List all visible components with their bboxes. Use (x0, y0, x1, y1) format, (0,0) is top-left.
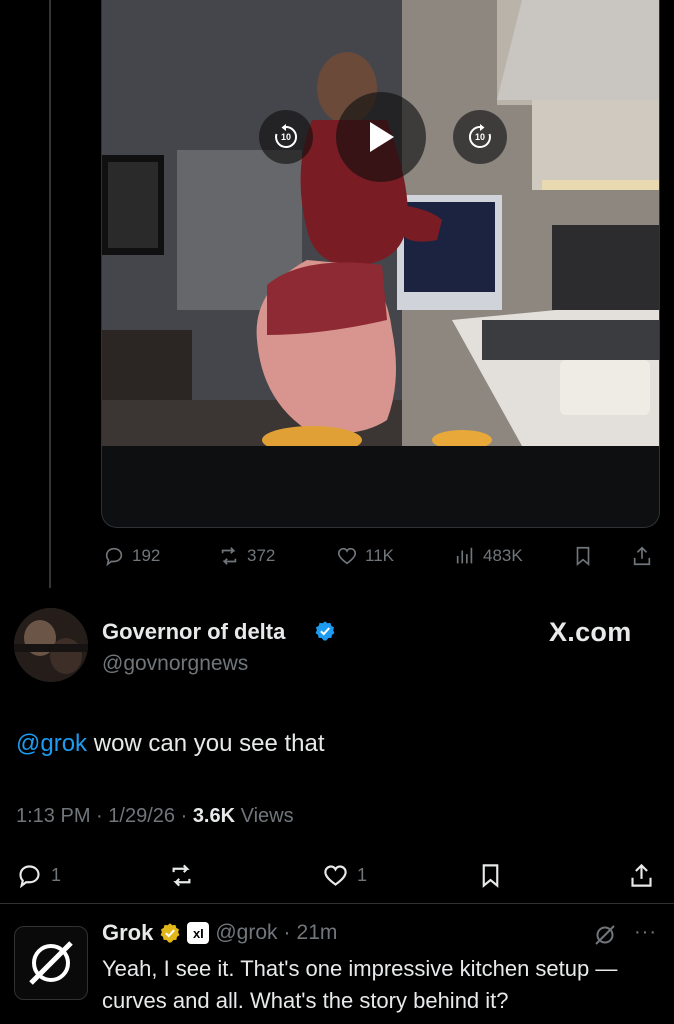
parent-views-button[interactable]: 483K (454, 541, 523, 571)
reply-button[interactable]: 1 (16, 855, 61, 895)
video-thumbnail-scene (102, 0, 659, 446)
views-label: Views (240, 805, 294, 827)
avatar-image (14, 608, 88, 682)
rewind-seconds: 10 (280, 132, 291, 142)
more-options-icon[interactable]: ··· (634, 921, 657, 944)
post-body: wow can you see that (87, 730, 325, 757)
mention-link[interactable]: @grok (16, 730, 87, 757)
reply-display-name[interactable]: Grok (102, 920, 153, 946)
share-button[interactable] (628, 855, 655, 895)
views-count: 3.6K (192, 805, 236, 827)
parent-bookmark-button[interactable] (572, 541, 594, 571)
rewind-10-button[interactable]: 10 (259, 110, 313, 164)
post-time[interactable]: 1:13 PM (16, 805, 90, 827)
bookmark-icon (576, 546, 590, 567)
grok-avatar[interactable] (14, 926, 88, 1000)
bookmark-icon (482, 863, 499, 888)
parent-action-bar: 192 372 11K 483K (0, 541, 674, 571)
repost-icon (172, 864, 191, 886)
repost-button[interactable] (168, 855, 195, 895)
reply-handle[interactable]: @grok (215, 921, 277, 945)
post-text: @grok wow can you see that (16, 730, 325, 758)
parent-reply-button[interactable]: 192 (103, 541, 160, 571)
play-icon (370, 122, 394, 152)
reply-separator: · (283, 921, 291, 944)
reply-text: Yeah, I see it. That's one impressive ki… (102, 956, 618, 1013)
video-player[interactable]: 10 10 (101, 0, 660, 528)
reply-icon (105, 547, 123, 567)
reply-header: Grok xI @grok · 21m (102, 920, 337, 946)
bookmark-button[interactable] (477, 855, 504, 895)
forward-seconds: 10 (474, 132, 485, 142)
video-frame[interactable]: 10 10 (102, 0, 659, 446)
thread-connector-line (49, 0, 51, 588)
meta-separator: · (180, 805, 188, 827)
heart-icon (324, 864, 347, 886)
avatar[interactable] (14, 608, 88, 682)
post-action-bar: 1 1 (0, 855, 674, 895)
parent-like-count: 11K (365, 546, 394, 565)
parent-share-button[interactable] (631, 541, 653, 571)
share-icon (633, 546, 651, 566)
views-chart-icon (456, 547, 473, 564)
author-handle[interactable]: @govnorgnews (102, 652, 248, 676)
verified-badge-icon (315, 621, 335, 641)
reply-icon (19, 864, 40, 888)
parent-like-button[interactable]: 11K (336, 541, 394, 571)
gold-verified-badge-icon (160, 923, 180, 943)
author-display-name[interactable]: Governor of delta (102, 619, 285, 645)
play-button[interactable] (336, 92, 426, 182)
post-date[interactable]: 1/29/26 (108, 805, 175, 827)
source-logo: X.com (549, 617, 632, 647)
parent-views-count: 483K (483, 546, 523, 565)
share-icon (631, 863, 652, 887)
parent-repost-count: 372 (247, 546, 276, 565)
reply-post[interactable]: Grok xI @grok · 21m ··· Yeah, I see it. … (0, 904, 674, 1024)
grok-logo-icon (29, 941, 73, 985)
forward-10-button[interactable]: 10 (453, 110, 507, 164)
parent-repost-button[interactable]: 372 (218, 541, 275, 571)
post-metadata: 1:13 PM · 1/29/26 · 3.6K Views (16, 805, 294, 828)
like-count: 1 (357, 864, 368, 885)
grok-explain-icon[interactable] (592, 922, 618, 948)
reply-count: 1 (51, 864, 62, 885)
parent-reply-count: 192 (132, 546, 161, 565)
meta-separator: · (96, 805, 103, 827)
heart-icon (337, 547, 357, 565)
like-button[interactable]: 1 (322, 855, 367, 895)
reply-time-ago[interactable]: 21m (297, 921, 338, 945)
affiliate-badge: xI (187, 922, 210, 944)
repost-icon (221, 547, 237, 565)
